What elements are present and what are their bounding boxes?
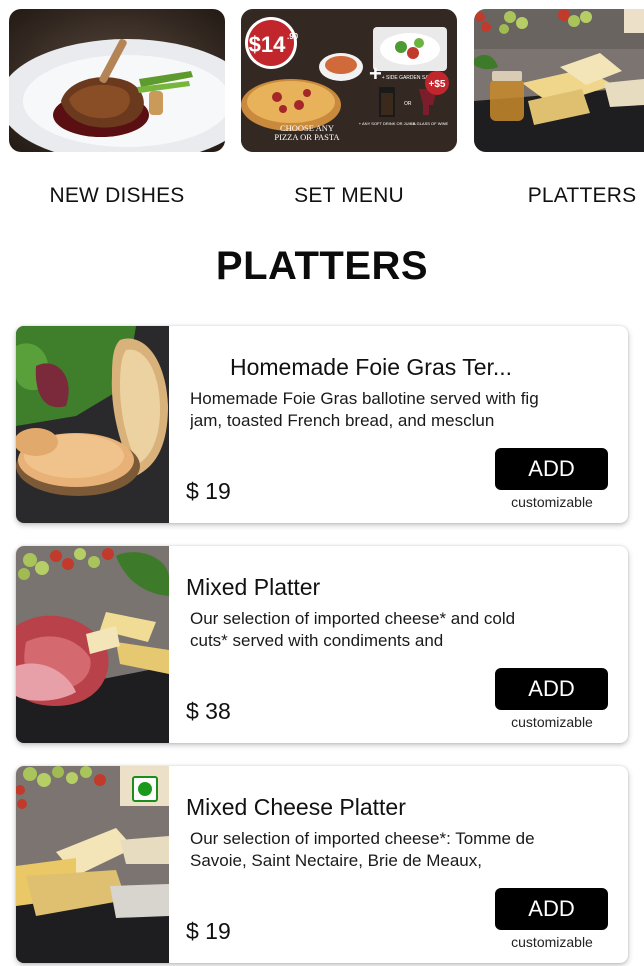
promo-wine-label: + A GLASS OF WINE [410, 121, 449, 126]
item-price: $ 19 [186, 478, 231, 504]
item-title: Homemade Foie Gras Ter... [230, 354, 513, 380]
category-label: NEW DISHES [49, 184, 185, 207]
category-label: SET MENU [294, 184, 404, 207]
item-price: $ 38 [186, 698, 231, 724]
promo-cents: .90 [287, 32, 299, 41]
item-description: Our selection of imported cheese* and co… [190, 609, 516, 650]
cheese-platter-photo [474, 9, 644, 152]
item-title: Mixed Platter [186, 574, 321, 600]
add-button[interactable]: ADD [495, 448, 608, 490]
promo-addon: +$5 [429, 79, 446, 90]
item-title: Mixed Cheese Platter [186, 794, 406, 820]
item-description: Our selection of imported cheese*: Tomme… [190, 829, 535, 870]
category-set-menu[interactable]: + SIDE GARDEN SALAD + OR +$5 + ANY SOFT … [241, 0, 457, 220]
category-label: PLATTERS [527, 184, 637, 207]
duck-confit-photo [9, 9, 225, 152]
menu-item-card[interactable]: Mixed Platter Our selection of imported … [16, 546, 628, 743]
promo-drink-label: + ANY SOFT DRINK OR JUICE [359, 121, 416, 126]
item-price: $ 19 [186, 918, 231, 944]
promo-caption-2: PIZZA OR PASTA [274, 132, 340, 142]
category-strip: NEW DISHES + SIDE GARDEN SALAD + OR +$5 … [0, 0, 644, 220]
promo-or-label: OR [404, 101, 412, 107]
customizable-note: customizable [511, 714, 593, 730]
add-button[interactable]: ADD [495, 668, 608, 710]
item-description: Homemade Foie Gras ballotine served with… [190, 389, 539, 430]
foie-gras-photo [16, 326, 169, 523]
promo-price: $14 [249, 32, 286, 57]
set-menu-promo-photo: + SIDE GARDEN SALAD + OR +$5 + ANY SOFT … [241, 9, 457, 152]
svg-text:+: + [369, 61, 382, 86]
section-title: PLATTERS [215, 244, 429, 288]
add-button[interactable]: ADD [495, 888, 608, 930]
veg-indicator-icon [132, 776, 158, 802]
customizable-note: customizable [511, 934, 593, 950]
category-new-dishes[interactable]: NEW DISHES [9, 0, 225, 220]
menu-item-card[interactable]: Mixed Cheese Platter Our selection of im… [16, 766, 628, 963]
mixed-platter-photo [16, 546, 169, 743]
customizable-note: customizable [511, 494, 593, 510]
menu-item-card[interactable]: Homemade Foie Gras Ter... Homemade Foie … [16, 326, 628, 523]
category-platters[interactable]: PLATTERS [474, 0, 644, 220]
